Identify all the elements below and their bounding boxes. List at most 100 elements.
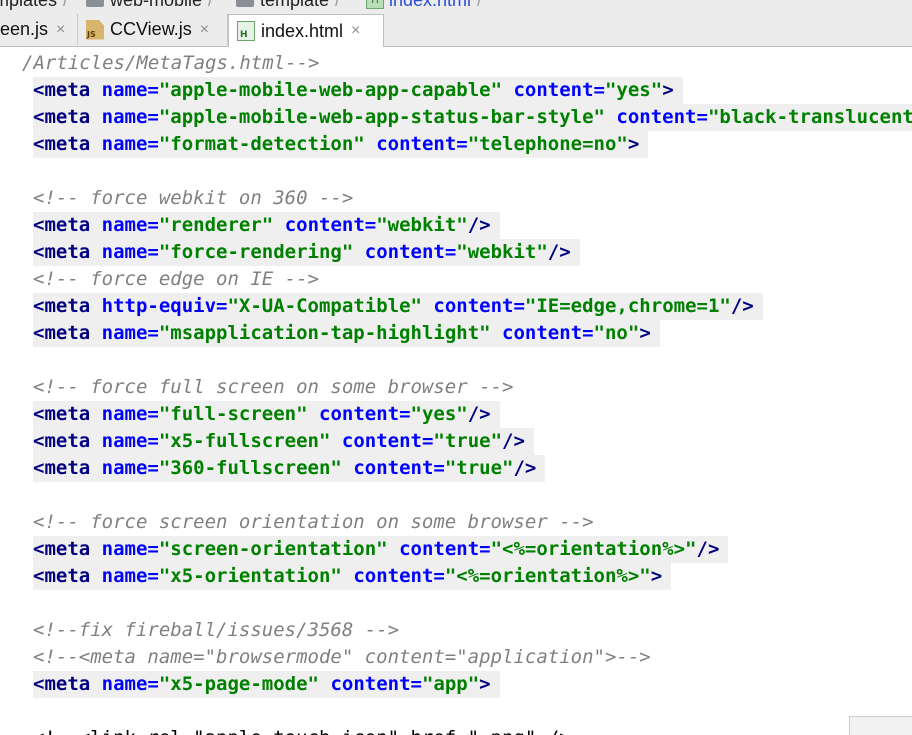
code-token: <!-- force edge on IE --> bbox=[33, 268, 319, 290]
code-line: <meta name="360-fullscreen" content="tru… bbox=[33, 455, 546, 482]
breadcrumb-label: index.html bbox=[389, 0, 472, 10]
close-icon[interactable]: × bbox=[351, 22, 360, 40]
code-token: "apple-mobile-web-app-capable" bbox=[158, 79, 503, 101]
folder-icon bbox=[236, 0, 254, 7]
code-line: <!--<link rel="apple-touch-icon" href=".… bbox=[33, 725, 571, 735]
code-line: <meta name="full-screen" content="yes"/> bbox=[33, 401, 500, 428]
code-token: "360-fullscreen" bbox=[158, 457, 342, 479]
breadcrumb-separator: / bbox=[335, 0, 341, 10]
code-token: <meta bbox=[33, 106, 102, 128]
close-icon[interactable]: × bbox=[200, 21, 209, 39]
code-token: name= bbox=[101, 79, 159, 101]
code-token: "<%=orientation%>" bbox=[444, 565, 651, 587]
tab-screen-js[interactable]: een.js × bbox=[0, 14, 78, 45]
code-token: <meta bbox=[33, 322, 102, 344]
code-token: content= bbox=[364, 241, 457, 263]
tab-ccview-js[interactable]: JS CCView.js × bbox=[78, 14, 228, 45]
code-token: <!--fix fireball/issues/3568 --> bbox=[33, 619, 400, 641]
code-token: content= bbox=[330, 673, 422, 695]
code-token: "telephone=no" bbox=[467, 133, 628, 155]
code-token: name= bbox=[101, 538, 159, 560]
tab-label: CCView.js bbox=[110, 19, 192, 39]
code-line-comment: /Articles/MetaTags.html--> bbox=[22, 52, 320, 74]
code-token: name= bbox=[101, 403, 159, 425]
code-token: /> bbox=[730, 295, 754, 317]
code-line: <!--<meta name="browsermode" content="ap… bbox=[33, 644, 651, 671]
code-token: <!--<meta name="browsermode" content="ap… bbox=[33, 646, 651, 668]
code-token: <!--<link rel="apple-touch-icon" href=".… bbox=[33, 727, 571, 735]
code-token: <meta bbox=[33, 214, 102, 236]
code-token: content= bbox=[284, 214, 377, 236]
code-token: /> bbox=[547, 241, 571, 263]
code-token: <meta bbox=[33, 241, 102, 263]
code-token: content= bbox=[319, 403, 411, 425]
code-token: "true" bbox=[433, 430, 503, 452]
code-line: <meta name="x5-orientation" content="<%=… bbox=[33, 563, 672, 590]
breadcrumb-separator: / bbox=[208, 0, 214, 10]
breadcrumb-item-web-mobile[interactable]: web-mobile / bbox=[86, 0, 213, 12]
html-icon-label: H bbox=[240, 30, 248, 40]
code-line: <meta name="msapplication-tap-highlight"… bbox=[33, 320, 660, 347]
code-token: > bbox=[639, 322, 651, 344]
code-token: <!-- force screen orientation on some br… bbox=[33, 511, 594, 533]
tab-label: een.js bbox=[0, 19, 49, 39]
code-token: <meta bbox=[33, 295, 102, 317]
code-token: name= bbox=[101, 673, 159, 695]
code-token: "no" bbox=[593, 322, 640, 344]
code-token: "black-translucent" bbox=[707, 106, 912, 128]
breadcrumb-label: mplates bbox=[0, 0, 58, 10]
code-token: "format-detection" bbox=[158, 133, 365, 155]
code-token: name= bbox=[101, 214, 159, 236]
breadcrumb-item-templates[interactable]: mplates / bbox=[0, 0, 68, 12]
code-line: <!-- force edge on IE --> bbox=[33, 266, 319, 293]
code-editor[interactable]: /Articles/MetaTags.html--> <meta name="a… bbox=[0, 47, 912, 735]
code-token: <meta bbox=[33, 133, 102, 155]
close-icon[interactable]: × bbox=[56, 21, 65, 39]
code-token: http-equiv= bbox=[101, 295, 228, 317]
html-file-icon: H bbox=[237, 21, 255, 41]
code-token: "X-UA-Compatible" bbox=[227, 295, 422, 317]
code-line: <meta name="x5-fullscreen" content="true… bbox=[33, 428, 534, 455]
code-token: name= bbox=[101, 322, 159, 344]
code-line: <meta name="apple-mobile-web-app-status-… bbox=[33, 104, 912, 131]
code-token: /> bbox=[467, 403, 491, 425]
code-token: <!-- force webkit on 360 --> bbox=[33, 187, 354, 209]
code-token: name= bbox=[101, 565, 159, 587]
code-line: <!-- force webkit on 360 --> bbox=[33, 185, 353, 212]
breadcrumb-item-template[interactable]: template / bbox=[236, 0, 340, 12]
code-token: content= bbox=[513, 79, 605, 101]
code-token: name= bbox=[101, 457, 159, 479]
js-icon-label: JS bbox=[87, 29, 96, 39]
code-token: <meta bbox=[33, 673, 102, 695]
code-token: "yes" bbox=[410, 403, 468, 425]
code-token: > bbox=[627, 133, 640, 155]
code-line: <meta name="renderer" content="webkit"/> bbox=[33, 212, 500, 239]
code-token: name= bbox=[101, 106, 159, 128]
breadcrumb-item-index-html[interactable]: Hindex.html / bbox=[366, 0, 482, 12]
code-token: > bbox=[479, 673, 491, 695]
js-file-icon: JS bbox=[86, 19, 104, 40]
code-line: <meta name="force-rendering" content="we… bbox=[33, 239, 580, 266]
code-token: "app" bbox=[421, 673, 480, 695]
code-token: content= bbox=[433, 295, 525, 317]
code-token: <meta bbox=[33, 430, 102, 452]
code-token: "x5-fullscreen" bbox=[158, 430, 331, 452]
breadcrumb-separator: / bbox=[477, 0, 483, 10]
scrollbar-corner[interactable] bbox=[849, 716, 912, 735]
tab-index-html[interactable]: H index.html × bbox=[228, 14, 384, 47]
code-token: "webkit" bbox=[376, 214, 468, 236]
code-token: "x5-orientation" bbox=[158, 565, 342, 587]
code-token: "renderer" bbox=[158, 214, 274, 236]
code-token: /> bbox=[513, 457, 537, 479]
code-token: content= bbox=[341, 430, 434, 452]
code-token: <meta bbox=[33, 403, 102, 425]
code-token: "IE=edge,chrome=1" bbox=[524, 295, 731, 317]
code-line: <meta name="format-detection" content="t… bbox=[33, 131, 649, 158]
